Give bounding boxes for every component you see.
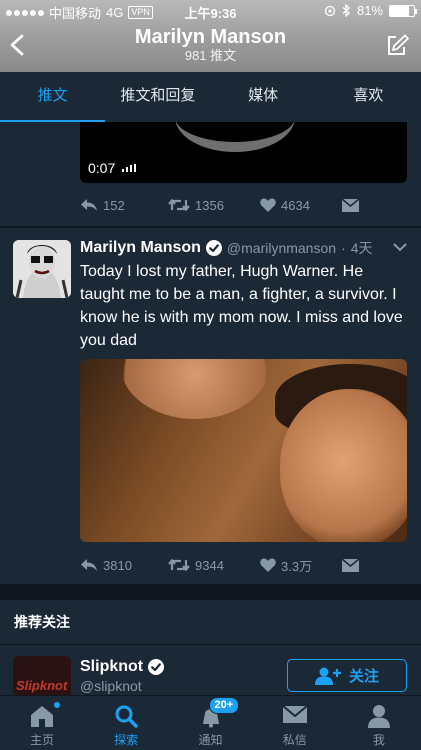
suggestion-handle: @slipknot bbox=[80, 678, 142, 694]
suggestion-name-row: Slipknot bbox=[80, 658, 165, 676]
tweet-actions: 152 1356 4634 bbox=[80, 194, 380, 216]
tab-media[interactable]: 媒体 bbox=[211, 72, 316, 122]
like-button[interactable]: 3.3万 bbox=[260, 556, 342, 575]
profile-icon bbox=[367, 705, 390, 728]
follow-button[interactable]: 关注 bbox=[287, 659, 407, 692]
time-separator: · bbox=[341, 240, 346, 256]
reply-button[interactable]: 3810 bbox=[80, 558, 168, 573]
reply-icon bbox=[81, 199, 97, 211]
retweet-count: 1356 bbox=[195, 197, 224, 213]
reply-button[interactable]: 152 bbox=[80, 198, 168, 213]
retweet-icon bbox=[168, 198, 190, 212]
avatar[interactable] bbox=[13, 240, 71, 298]
like-count: 3.3万 bbox=[281, 558, 313, 574]
retweet-button[interactable]: 1356 bbox=[168, 198, 260, 213]
new-content-dot bbox=[54, 702, 60, 708]
tab-label: 主页 bbox=[30, 733, 55, 747]
verified-badge-icon bbox=[205, 240, 222, 256]
retweet-button[interactable]: 9344 bbox=[168, 558, 260, 573]
chevron-down-icon[interactable] bbox=[393, 242, 407, 252]
video-duration: 0:07 bbox=[88, 160, 116, 176]
reply-count: 3810 bbox=[103, 557, 132, 573]
tab-likes[interactable]: 喜欢 bbox=[316, 72, 421, 122]
message-button[interactable] bbox=[342, 558, 359, 572]
avatar-logo-text: Slipknot bbox=[16, 678, 68, 693]
tab-label: 我 bbox=[372, 733, 385, 747]
tab-notifications[interactable]: 20+ 通知 bbox=[168, 696, 252, 750]
tweet-text: Today I lost my father, Hugh Warner. He … bbox=[80, 263, 403, 349]
avatar[interactable]: Slipknot bbox=[13, 656, 71, 696]
retweet-count: 9344 bbox=[195, 557, 224, 573]
tab-tweets[interactable]: 推文 bbox=[0, 72, 106, 122]
tab-label: 探索 bbox=[114, 733, 139, 747]
tab-explore[interactable]: 探索 bbox=[84, 696, 168, 750]
bluetooth-icon bbox=[342, 4, 350, 17]
tab-label: 通知 bbox=[198, 733, 223, 747]
handle[interactable]: @marilynmanson bbox=[227, 240, 336, 256]
profile-tabs: 推文 推文和回复 媒体 喜欢 bbox=[0, 72, 421, 122]
status-bar: 中国移动 4G VPN 上午9:36 81% bbox=[0, 0, 421, 22]
video-player[interactable]: 0:07 bbox=[80, 122, 407, 183]
notification-badge: 20+ bbox=[208, 697, 240, 714]
mail-icon bbox=[282, 705, 308, 723]
home-icon bbox=[31, 706, 54, 727]
follow-label: 关注 bbox=[348, 668, 379, 685]
search-icon bbox=[115, 705, 139, 728]
reply-icon bbox=[81, 559, 97, 571]
tweet-count: 981 推文 bbox=[184, 48, 237, 63]
sound-icon bbox=[122, 164, 137, 172]
location-icon bbox=[324, 5, 336, 16]
reply-count: 152 bbox=[103, 197, 125, 213]
suggestion-name[interactable]: Slipknot bbox=[80, 658, 143, 676]
tab-home[interactable]: 主页 bbox=[0, 696, 84, 750]
bottom-tab-bar: 主页 探索 20+ 通知 私信 我 bbox=[0, 695, 421, 750]
battery-icon bbox=[389, 4, 417, 17]
tweet[interactable]: Marilyn Manson @marilynmanson · 4天 Today… bbox=[0, 228, 421, 584]
tab-label: 私信 bbox=[282, 733, 307, 747]
tab-tweets-and-replies[interactable]: 推文和回复 bbox=[105, 72, 210, 122]
section-title: 推荐关注 bbox=[14, 614, 70, 630]
heart-icon bbox=[260, 198, 276, 212]
retweet-icon bbox=[168, 558, 190, 572]
like-count: 4634 bbox=[281, 197, 310, 213]
display-name[interactable]: Marilyn Manson bbox=[80, 239, 201, 257]
profile-header: 中国移动 4G VPN 上午9:36 81% Marilyn Manson 98… bbox=[0, 0, 421, 72]
tweet-actions: 3810 9344 3.3万 bbox=[80, 554, 380, 576]
tweet-photo[interactable] bbox=[80, 359, 407, 542]
suggestions-section: 推荐关注 Slipknot Slipknot @slipknot 关注 bbox=[0, 600, 421, 696]
heart-icon bbox=[260, 558, 276, 572]
tweet-header: Marilyn Manson @marilynmanson · 4天 bbox=[80, 238, 373, 258]
compose-tweet-icon[interactable] bbox=[385, 34, 409, 58]
tab-messages[interactable]: 私信 bbox=[253, 696, 337, 750]
section-divider bbox=[0, 584, 421, 600]
add-user-icon bbox=[314, 667, 341, 685]
timestamp: 4天 bbox=[350, 240, 373, 256]
like-button[interactable]: 4634 bbox=[260, 198, 342, 213]
previous-tweet[interactable]: 0:07 152 1356 4634 bbox=[0, 122, 421, 226]
tab-me[interactable]: 我 bbox=[337, 696, 421, 750]
verified-badge-icon bbox=[148, 659, 165, 675]
battery-percent: 81% bbox=[356, 3, 383, 18]
mail-icon bbox=[342, 558, 359, 572]
profile-title-block: Marilyn Manson 981 推文 bbox=[0, 26, 421, 64]
divider bbox=[0, 644, 421, 645]
mail-icon bbox=[342, 198, 359, 212]
message-button[interactable] bbox=[342, 198, 359, 212]
page-title: Marilyn Manson bbox=[134, 26, 287, 48]
